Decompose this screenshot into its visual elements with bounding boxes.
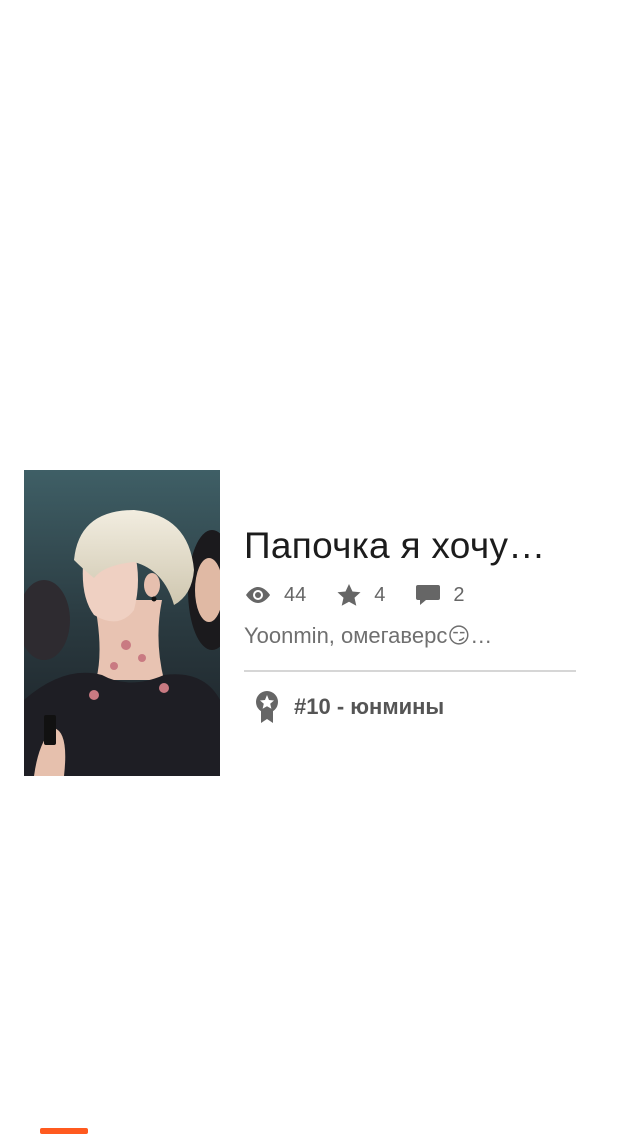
votes-stat: 4 <box>336 583 385 607</box>
views-stat: 44 <box>244 584 306 607</box>
votes-count: 4 <box>374 583 386 606</box>
divider <box>244 670 576 672</box>
story-ranking[interactable]: #10 - юнмины <box>244 690 576 724</box>
story-cover-image[interactable] <box>24 470 220 776</box>
story-stats: 44 4 2 <box>244 580 576 610</box>
eye-icon <box>244 585 272 605</box>
star-icon <box>336 583 362 607</box>
comments-stat: 2 <box>415 583 465 607</box>
story-info: Папочка я хочу… 44 4 2 Yoonmin, омегавер… <box>244 524 576 724</box>
comments-count: 2 <box>453 583 465 606</box>
views-count: 44 <box>284 583 307 606</box>
bottom-tab-indicator <box>40 1128 88 1134</box>
ranking-label: #10 - юнмины <box>294 694 445 719</box>
comment-icon <box>415 583 441 607</box>
story-card[interactable]: Папочка я хочу… 44 4 2 Yoonmin, омегавер… <box>24 470 584 776</box>
cover-illustration <box>24 470 220 776</box>
story-tags: Yoonmin, омегаверс😏… <box>244 623 493 648</box>
ribbon-award-icon <box>254 690 280 724</box>
story-title[interactable]: Папочка я хочу… <box>244 524 576 568</box>
